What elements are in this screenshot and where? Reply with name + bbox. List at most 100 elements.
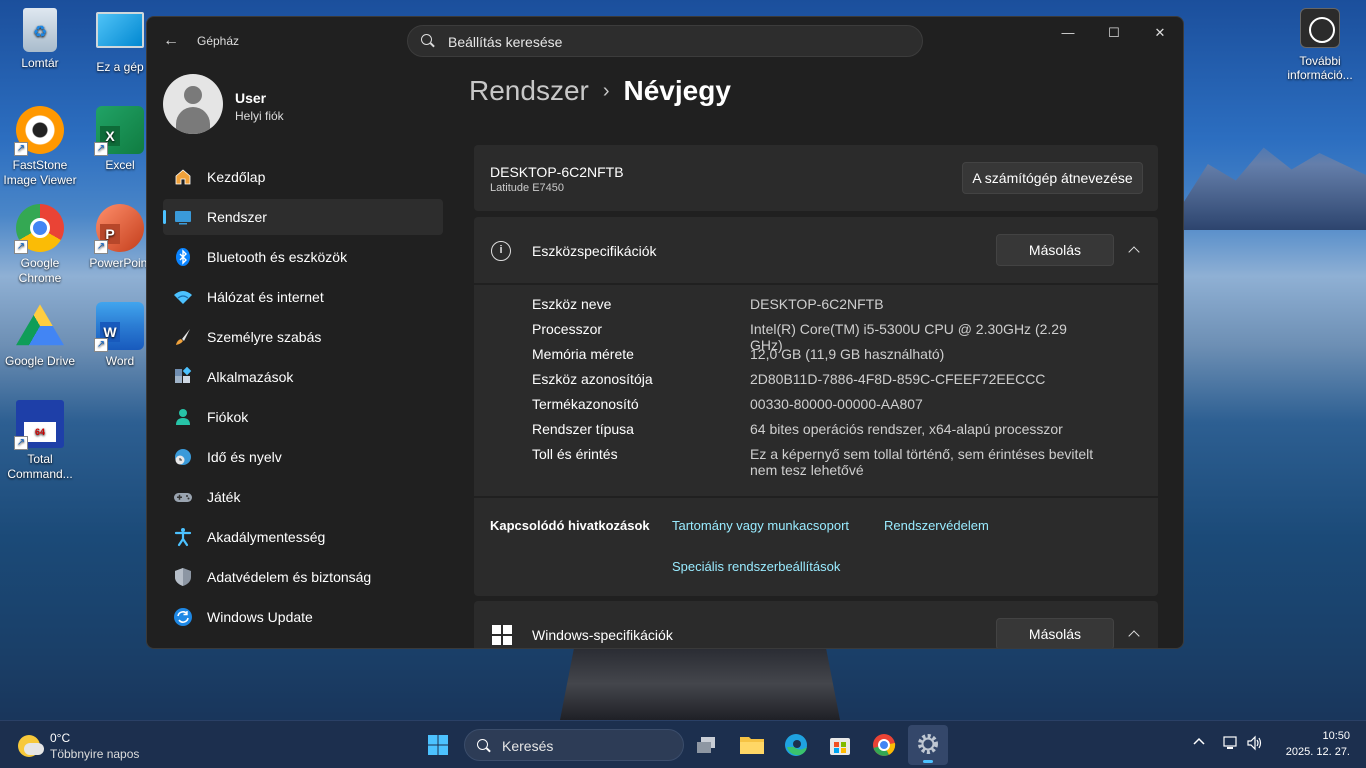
sidebar-item-label: Idő és nyelv — [207, 449, 282, 465]
cloud-icon — [24, 743, 44, 755]
desktop-icon-recycle-bin[interactable]: ♻ Lomtár — [0, 8, 80, 71]
search-placeholder: Beállítás keresése — [448, 34, 563, 50]
settings-search-input[interactable]: Beállítás keresése — [407, 25, 923, 57]
close-button[interactable]: ✕ — [1137, 17, 1183, 49]
settings-taskbar-button[interactable] — [908, 725, 948, 765]
search-icon — [420, 33, 436, 49]
windows-start-icon — [428, 735, 448, 755]
breadcrumb-parent[interactable]: Rendszer — [469, 75, 589, 106]
sidebar-item-personalization[interactable]: Személyre szabás — [163, 319, 443, 355]
chrome-button[interactable] — [864, 725, 904, 765]
copy-windows-specs-button[interactable]: Másolás — [996, 618, 1114, 648]
edge-icon — [785, 734, 807, 756]
spec-key: Eszköz azonosítója — [532, 371, 653, 387]
shortcut-arrow-icon: ↗ — [94, 240, 108, 254]
sidebar-item-bluetooth[interactable]: Bluetooth és eszközök — [163, 239, 443, 275]
brush-icon — [176, 329, 190, 345]
camera-lens-icon — [1300, 8, 1340, 48]
sidebar-item-network[interactable]: Hálózat és internet — [163, 279, 443, 315]
sidebar-item-label: Személyre szabás — [207, 329, 322, 345]
sidebar-item-label: Adatvédelem és biztonság — [207, 569, 372, 585]
minimize-button[interactable]: — — [1045, 17, 1091, 49]
clock-time: 10:50 — [1322, 730, 1350, 742]
volume-tray[interactable] — [1246, 735, 1264, 754]
link-domain-workgroup[interactable]: Tartomány vagy munkacsoport — [672, 518, 849, 533]
time-language-icon — [175, 449, 191, 465]
sidebar-item-label: Bluetooth és eszközök — [207, 249, 348, 265]
chevron-up-icon[interactable] — [1126, 242, 1142, 258]
gear-icon — [918, 734, 938, 754]
user-name: User — [235, 90, 267, 106]
desktop-icon-total-commander[interactable]: 64 ↗ Total Command... — [0, 400, 80, 482]
sidebar-nav: Kezdőlap Rendszer Bluetooth és eszközök … — [163, 159, 443, 639]
monitor-icon — [96, 12, 144, 48]
desktop-icon-more-info[interactable]: További információ... — [1282, 8, 1358, 82]
sidebar-item-accessibility[interactable]: Akadálymentesség — [163, 519, 443, 555]
sidebar-item-privacy[interactable]: Adatvédelem és biztonság — [163, 559, 443, 595]
sidebar-item-home[interactable]: Kezdőlap — [163, 159, 443, 195]
back-arrow-icon[interactable]: ← — [161, 31, 181, 51]
title-bar: ← Gépház Beállítás keresése — ☐ ✕ — [147, 17, 1183, 65]
edge-button[interactable] — [776, 725, 816, 765]
sidebar-item-accounts[interactable]: Fiókok — [163, 399, 443, 435]
word-icon: W ↗ — [94, 302, 144, 352]
windows-specs-title: Windows-specifikációk — [532, 627, 673, 643]
info-icon: i — [491, 241, 511, 261]
spec-key: Eszköz neve — [532, 296, 612, 312]
file-explorer-button[interactable] — [732, 725, 772, 765]
desktop-icon-google-drive[interactable]: Google Drive — [0, 302, 80, 369]
desktop-icon-label: FastStone Image Viewer — [3, 158, 77, 187]
copy-device-specs-button[interactable]: Másolás — [996, 234, 1114, 266]
wallpaper-pier — [560, 648, 840, 720]
windows-specs-header[interactable]: Windows-specifikációk Másolás — [474, 601, 1158, 648]
search-icon — [476, 738, 492, 754]
account-type: Helyi fiók — [235, 109, 284, 123]
pc-model: Latitude E7450 — [490, 182, 565, 194]
sidebar-item-label: Rendszer — [207, 209, 267, 225]
desktop-icon-label: Total Command... — [7, 452, 73, 481]
recycle-bin-icon: ♻ — [23, 8, 57, 52]
start-button[interactable] — [418, 725, 458, 765]
chevron-up-icon[interactable] — [1126, 626, 1142, 642]
sidebar-item-windows-update[interactable]: Windows Update — [163, 599, 443, 635]
settings-window: ← Gépház Beállítás keresése — ☐ ✕ User H… — [146, 16, 1184, 649]
desktop-icon-chrome[interactable]: ↗ Google Chrome — [0, 204, 80, 286]
shield-icon — [175, 568, 191, 586]
weather-desc: Többnyire napos — [50, 747, 140, 761]
desktop-icon-faststone[interactable]: ↗ FastStone Image Viewer — [0, 106, 80, 188]
system-icon — [175, 211, 191, 225]
powerpoint-icon: P ↗ — [94, 204, 144, 254]
sidebar-item-time-language[interactable]: Idő és nyelv — [163, 439, 443, 475]
device-specs-header[interactable]: i Eszközspecifikációk Másolás — [474, 217, 1158, 283]
link-system-protection[interactable]: Rendszervédelem — [884, 518, 989, 533]
folder-icon — [740, 737, 764, 754]
wallpaper-mountains — [1180, 147, 1366, 230]
wifi-icon — [174, 291, 192, 304]
task-view-button[interactable] — [688, 725, 728, 765]
show-hidden-icons[interactable] — [1192, 735, 1206, 752]
spec-value: 64 bites operációs rendszer, x64-alapú p… — [750, 421, 1063, 437]
sidebar-item-label: Játék — [207, 489, 241, 505]
network-tray[interactable] — [1222, 735, 1238, 754]
link-advanced-system-settings[interactable]: Speciális rendszerbeállítások — [672, 559, 840, 574]
desktop-icon-label: További információ... — [1287, 54, 1353, 82]
device-name-card: DESKTOP-6C2NFTB Latitude E7450 A számító… — [474, 145, 1158, 211]
sidebar-item-apps[interactable]: Alkalmazások — [163, 359, 443, 395]
sidebar-item-gaming[interactable]: Játék — [163, 479, 443, 515]
breadcrumb: Rendszer › Névjegy — [469, 75, 731, 107]
device-specs-body: Eszköz neve DESKTOP-6C2NFTB Processzor I… — [474, 285, 1158, 496]
maximize-button[interactable]: ☐ — [1091, 17, 1137, 49]
taskbar-search-input[interactable]: Keresés — [464, 729, 684, 761]
store-button[interactable] — [820, 725, 860, 765]
clock[interactable]: 10:50 2025. 12. 27. — [1270, 728, 1350, 760]
spec-value: Ez a képernyő sem tollal történő, sem ér… — [750, 446, 1094, 478]
google-drive-icon — [16, 304, 64, 346]
sidebar-item-system[interactable]: Rendszer — [163, 199, 443, 235]
update-icon — [174, 608, 192, 626]
device-specs-title: Eszközspecifikációk — [532, 243, 657, 259]
windows-logo-icon — [492, 625, 512, 645]
spec-key: Memória mérete — [532, 346, 634, 362]
spec-value: 2D80B11D-7886-4F8D-859C-CFEEF72EECCC — [750, 371, 1046, 387]
rename-pc-button[interactable]: A számítógép átnevezése — [962, 162, 1143, 194]
related-links-title: Kapcsolódó hivatkozások — [490, 518, 650, 533]
